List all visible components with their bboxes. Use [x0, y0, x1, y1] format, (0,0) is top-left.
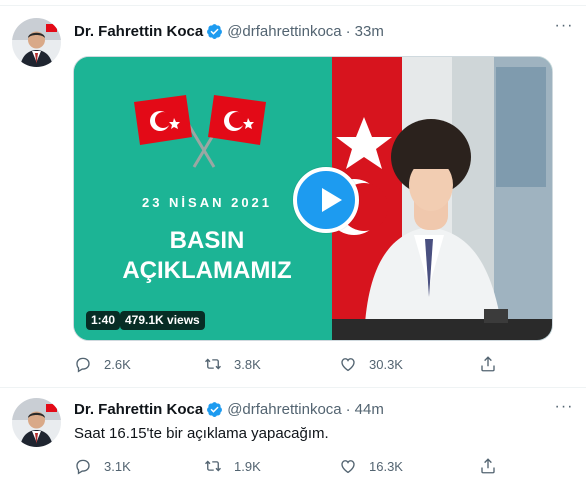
- tweet-header: Dr. Fahrettin Koca @drfahrettinkoca · 44…: [74, 399, 384, 419]
- play-icon[interactable]: [293, 167, 359, 233]
- reply-icon: [76, 459, 90, 475]
- avatar[interactable]: [12, 18, 61, 67]
- tweet-timestamp[interactable]: 44m: [355, 401, 384, 418]
- share-icon: [481, 458, 495, 474]
- author-handle[interactable]: @drfahrettinkoca: [227, 23, 341, 40]
- retweet-button[interactable]: 1.9K: [204, 456, 261, 476]
- retweet-icon: [205, 358, 221, 370]
- like-button[interactable]: 30.3K: [339, 354, 403, 374]
- like-icon: [341, 358, 355, 372]
- author-name[interactable]: Dr. Fahrettin Koca: [74, 23, 203, 40]
- video-duration-badge: 1:40: [86, 311, 121, 330]
- video-player[interactable]: 23 NİSAN 2021 BASIN AÇIKLAMAMIZ 1:40 479…: [73, 56, 553, 341]
- avatar[interactable]: [12, 398, 61, 447]
- video-date-text: 23 NİSAN 2021: [141, 195, 273, 210]
- tweet-actions: 3.1K 1.9K 16.3K: [74, 456, 514, 476]
- like-icon: [341, 460, 355, 474]
- share-button[interactable]: [479, 456, 497, 476]
- tweet-actions: 2.6K 3.8K 30.3K: [74, 354, 514, 374]
- reply-button[interactable]: 3.1K: [74, 456, 131, 476]
- author-handle[interactable]: @drfahrettinkoca: [227, 401, 341, 418]
- tweet-card[interactable]: Dr. Fahrettin Koca @drfahrettinkoca · 44…: [0, 388, 586, 486]
- more-icon[interactable]: ···: [554, 399, 574, 420]
- verified-icon: [207, 23, 223, 39]
- video-title-line-2: AÇIKLAMAMIZ: [122, 257, 292, 284]
- like-button[interactable]: 16.3K: [339, 456, 403, 476]
- retweet-count: 3.8K: [234, 356, 261, 372]
- retweet-icon: [205, 460, 221, 472]
- verified-icon: [207, 401, 223, 417]
- separator-dot: ·: [345, 400, 351, 418]
- reply-count: 3.1K: [104, 458, 131, 474]
- like-count: 30.3K: [369, 356, 403, 372]
- tweet-timestamp[interactable]: 33m: [355, 23, 384, 40]
- tweet-card[interactable]: Dr. Fahrettin Koca @drfahrettinkoca · 33…: [0, 0, 586, 388]
- share-button[interactable]: [479, 354, 497, 374]
- reply-icon: [76, 357, 90, 373]
- retweet-button[interactable]: 3.8K: [204, 354, 261, 374]
- share-icon: [481, 356, 495, 372]
- author-name[interactable]: Dr. Fahrettin Koca: [74, 401, 203, 418]
- like-count: 16.3K: [369, 458, 403, 474]
- reply-count: 2.6K: [104, 356, 131, 372]
- video-title-line-1: BASIN: [169, 227, 245, 254]
- tweet-header: Dr. Fahrettin Koca @drfahrettinkoca · 33…: [74, 21, 384, 41]
- separator-dot: ·: [345, 22, 351, 40]
- video-views-badge: 479.1K views: [120, 311, 205, 330]
- more-icon[interactable]: ···: [554, 18, 574, 39]
- tweet-text: Saat 16.15'te bir açıklama yapacağım.: [74, 425, 329, 442]
- reply-button[interactable]: 2.6K: [74, 354, 131, 374]
- retweet-count: 1.9K: [234, 458, 261, 474]
